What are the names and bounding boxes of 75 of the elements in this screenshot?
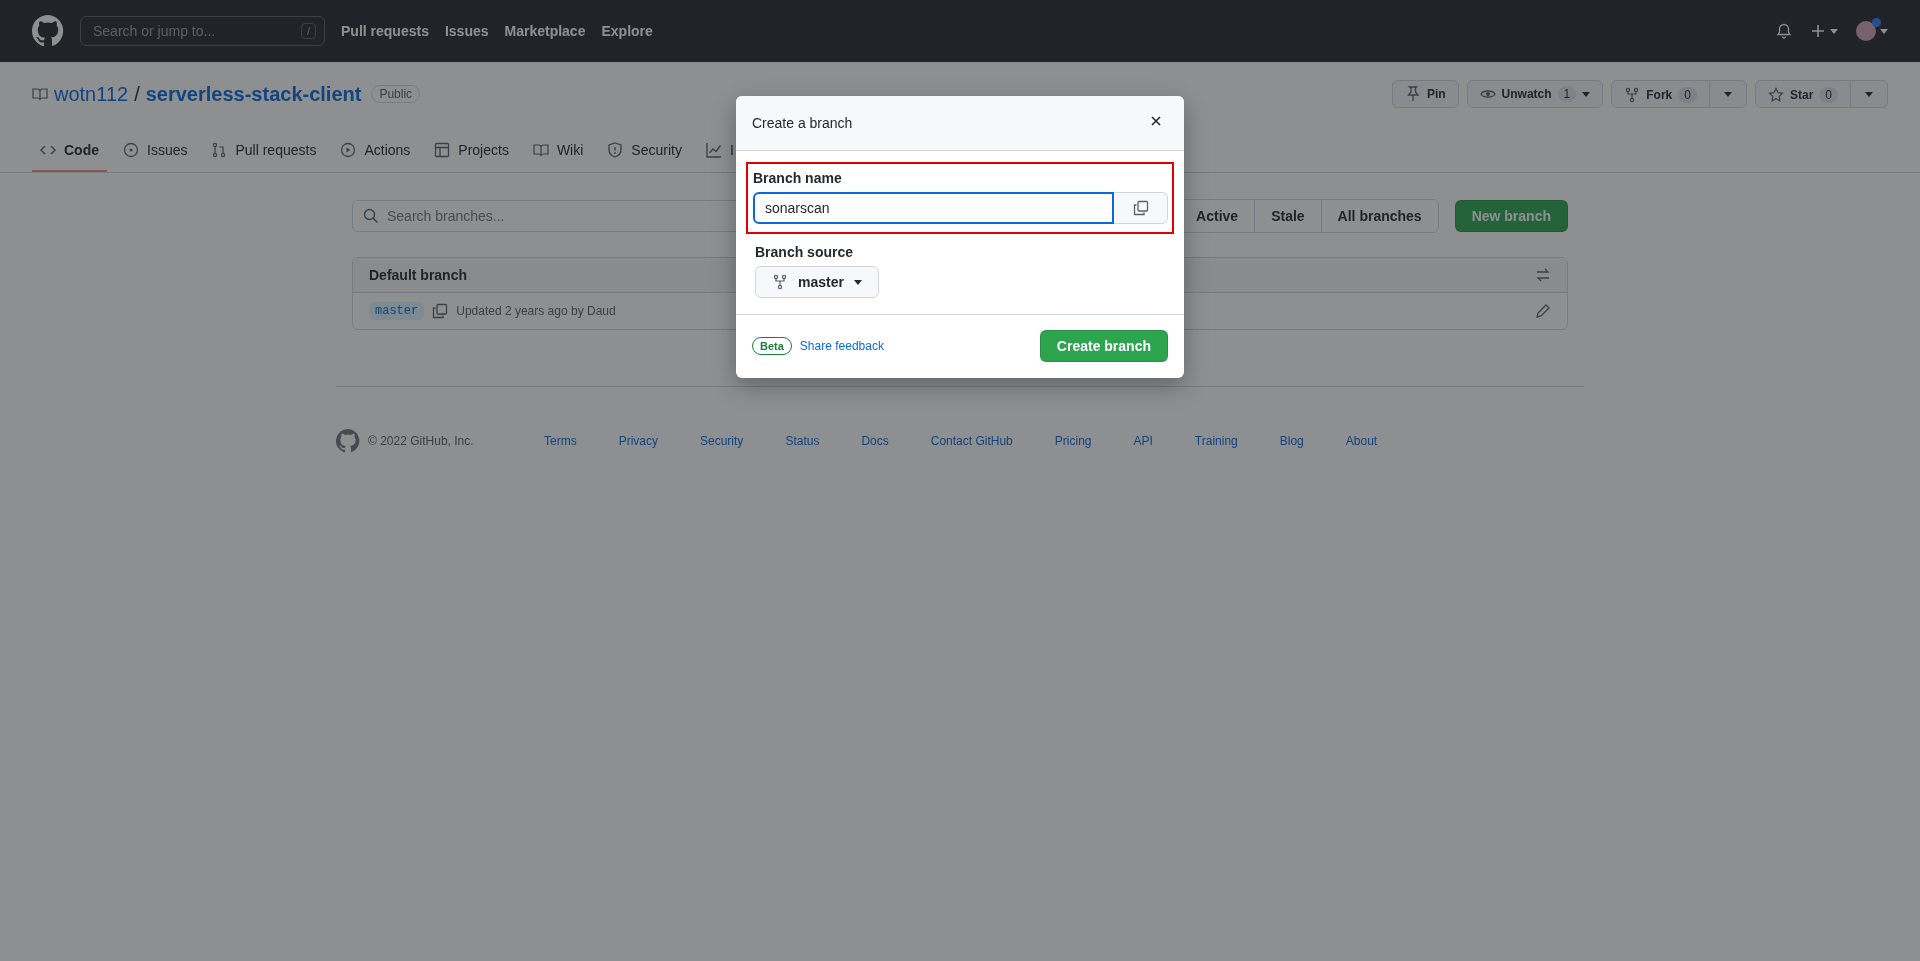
- pencil-icon[interactable]: [1535, 303, 1551, 319]
- footer-link[interactable]: Contact GitHub: [930, 434, 1013, 448]
- star-icon: [1767, 87, 1784, 103]
- caret-icon: [1865, 91, 1873, 97]
- copyright-text: © 2022 GitHub, Inc.: [368, 434, 475, 448]
- path-separator: /: [134, 82, 140, 106]
- footer-link[interactable]: About: [1345, 434, 1378, 448]
- repo-tab[interactable]: Wiki: [524, 130, 592, 172]
- github-logo-icon[interactable]: [336, 429, 360, 453]
- footer-link[interactable]: API: [1133, 434, 1153, 448]
- bell-icon[interactable]: [1776, 23, 1792, 39]
- search-icon: [363, 208, 379, 224]
- star-button[interactable]: Star 0: [1755, 81, 1850, 109]
- nav-link[interactable]: Pull requests: [341, 23, 429, 39]
- repo-tab[interactable]: Security: [599, 130, 690, 172]
- branch-icon: [772, 274, 788, 290]
- avatar-menu[interactable]: [1856, 21, 1888, 41]
- github-logo-icon[interactable]: [32, 15, 64, 47]
- book-icon: [532, 142, 549, 158]
- repo-tab[interactable]: Projects: [426, 130, 517, 172]
- caret-icon: [1880, 28, 1888, 34]
- repo-tab[interactable]: I: [697, 130, 742, 172]
- copy-icon: [1132, 200, 1149, 216]
- footer-link[interactable]: Privacy: [618, 434, 658, 448]
- field-label: Branch source: [755, 244, 855, 260]
- repo-tab[interactable]: Actions: [332, 130, 419, 172]
- branch-source-dropdown[interactable]: master: [755, 266, 879, 298]
- pin-button[interactable]: Pin: [1391, 80, 1459, 108]
- plus-icon: [1810, 23, 1826, 39]
- status-dot: [1872, 18, 1881, 27]
- graph-icon: [705, 142, 722, 158]
- shortcut-key: /: [300, 23, 316, 39]
- section-title: Default branch: [369, 267, 467, 283]
- table-icon: [434, 142, 451, 158]
- repo-tab[interactable]: Issues: [115, 130, 196, 172]
- field-label: Branch name: [753, 170, 843, 186]
- footer-link[interactable]: Docs: [861, 434, 889, 448]
- repo-name-link[interactable]: serverless-stack-client: [145, 82, 362, 106]
- feedback-link[interactable]: Share feedback: [799, 339, 884, 353]
- copy-button[interactable]: [1114, 192, 1168, 224]
- nav-link[interactable]: Explore: [601, 23, 653, 39]
- caret-icon: [1830, 28, 1838, 34]
- issue-icon: [123, 142, 139, 158]
- footer-link[interactable]: Status: [785, 434, 820, 448]
- footer-link[interactable]: Pricing: [1054, 434, 1092, 448]
- dialog-title: Create a branch: [752, 115, 853, 131]
- fork-icon: [1624, 87, 1641, 103]
- caret-icon: [1582, 91, 1591, 97]
- footer-link[interactable]: Terms: [544, 434, 577, 448]
- repo-owner-link[interactable]: wotn112: [54, 82, 129, 106]
- updated-text: Updated 2 years ago by Daud: [456, 304, 616, 318]
- search-field[interactable]: Search or jump to... /: [80, 16, 325, 46]
- create-branch-button[interactable]: Create branch: [1039, 330, 1168, 362]
- footer-link[interactable]: Security: [700, 434, 744, 448]
- play-icon: [340, 142, 357, 158]
- filter-tab[interactable]: All branches: [1320, 200, 1438, 232]
- fork-button[interactable]: Fork 0: [1612, 81, 1709, 109]
- caret-icon: [1723, 91, 1732, 97]
- repo-tab[interactable]: Code: [32, 130, 107, 172]
- branch-name-field[interactable]: sonarscan: [753, 192, 1114, 224]
- nav-link[interactable]: Marketplace: [504, 23, 586, 39]
- create-menu[interactable]: [1810, 23, 1838, 39]
- repo-tab[interactable]: Pull requests: [203, 130, 325, 172]
- eye-button[interactable]: Unwatch 1: [1466, 80, 1604, 108]
- pin-icon: [1404, 86, 1421, 102]
- copy-icon[interactable]: [432, 303, 449, 319]
- footer-link[interactable]: Blog: [1279, 434, 1304, 448]
- shield-icon: [607, 142, 624, 158]
- pr-icon: [211, 142, 228, 158]
- footer-link[interactable]: Training: [1194, 434, 1238, 448]
- swap-icon: [1535, 267, 1551, 283]
- branch-name-link[interactable]: master: [369, 302, 425, 320]
- nav-link[interactable]: Issues: [444, 23, 489, 39]
- repo-icon: [32, 86, 48, 102]
- caret-icon: [853, 279, 862, 285]
